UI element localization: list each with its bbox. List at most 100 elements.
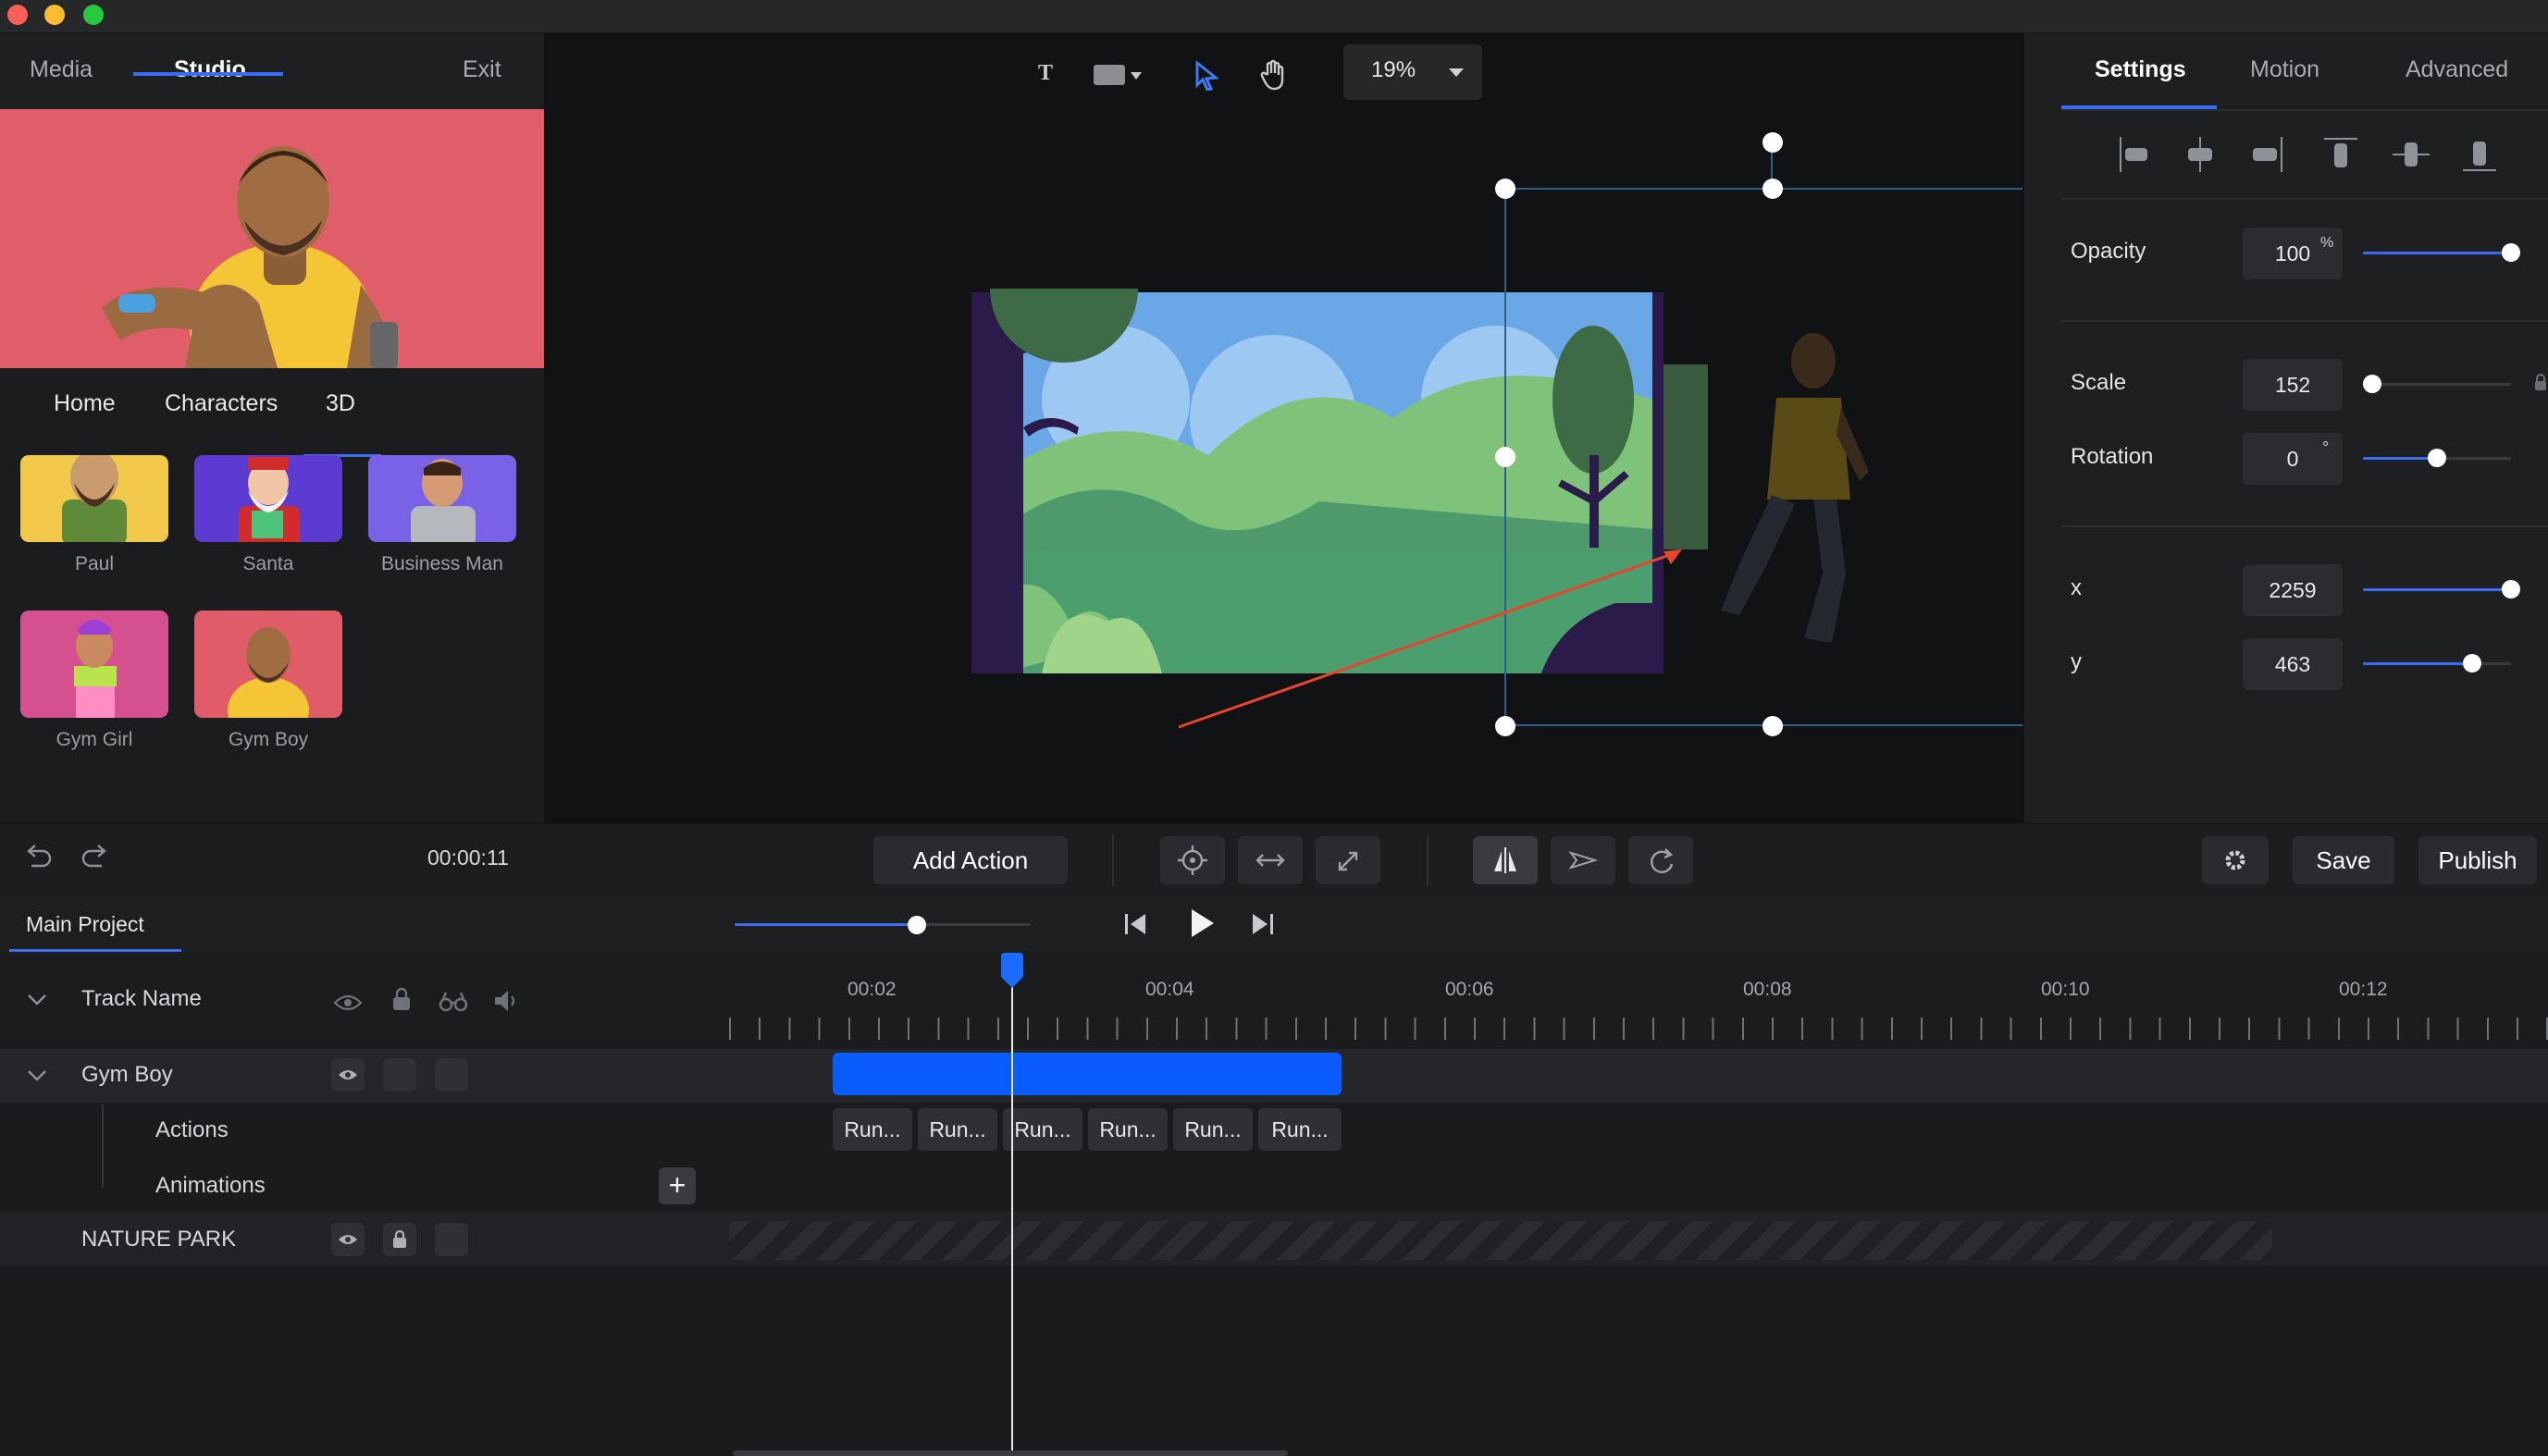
direction-button[interactable] — [1551, 836, 1615, 884]
tab-motion[interactable]: Motion — [2250, 33, 2319, 109]
tab-media[interactable]: Media — [30, 33, 93, 109]
binoculars-icon[interactable] — [439, 990, 468, 1014]
character-card-business-man[interactable] — [368, 455, 516, 542]
opacity-slider-thumb[interactable] — [2502, 243, 2520, 262]
undo-icon[interactable] — [24, 842, 54, 871]
move-horizontal-button[interactable] — [1238, 836, 1303, 884]
rotation-slider-fill — [2363, 457, 2437, 460]
settings-button[interactable] — [2202, 836, 2269, 884]
expand-icon — [1338, 851, 1358, 871]
subtab-3d[interactable]: 3D — [326, 390, 355, 417]
expand-button[interactable] — [1316, 836, 1380, 884]
eye-icon[interactable] — [333, 992, 363, 1014]
save-button[interactable]: Save — [2293, 836, 2394, 884]
current-time: 00:00:11 — [427, 845, 509, 870]
subtab-characters[interactable]: Characters — [165, 390, 278, 417]
track-lock-toggle[interactable] — [383, 1223, 416, 1256]
shape-tool-icon[interactable] — [1094, 65, 1125, 85]
timeline-zoom-thumb[interactable] — [908, 916, 926, 934]
zoom-window-button[interactable] — [83, 5, 104, 25]
action-clip[interactable]: Run... — [1003, 1108, 1082, 1151]
playhead-handle[interactable] — [997, 953, 1027, 990]
chevron-down-icon[interactable] — [26, 992, 48, 1008]
rotate-handle[interactable] — [1763, 132, 1783, 153]
scale-slider-thumb[interactable] — [2363, 375, 2381, 393]
active-project-tab-indicator — [9, 949, 181, 952]
left-panel-tabs: Media Studio Exit — [0, 33, 544, 109]
x-slider-thumb[interactable] — [2502, 580, 2520, 598]
align-top-icon[interactable] — [2313, 130, 2350, 176]
window-titlebar — [0, 0, 2548, 33]
exit-button[interactable]: Exit — [463, 33, 501, 109]
ruler-ticks[interactable] — [729, 1018, 2548, 1040]
character-card-paul[interactable] — [20, 455, 168, 542]
tab-advanced[interactable]: Advanced — [2406, 33, 2508, 109]
track-visibility-toggle[interactable] — [331, 1223, 365, 1256]
add-animation-button[interactable]: + — [659, 1167, 696, 1204]
minimize-window-button[interactable] — [44, 5, 65, 25]
x-input[interactable]: 2259 — [2243, 564, 2343, 616]
redo-icon[interactable] — [80, 842, 109, 871]
y-label: y — [2071, 649, 2082, 674]
align-right-icon[interactable] — [2248, 130, 2285, 176]
y-slider-thumb[interactable] — [2463, 654, 2481, 672]
skip-back-icon[interactable] — [1121, 910, 1151, 938]
resize-handle-left[interactable] — [1495, 447, 1515, 467]
scale-slider[interactable] — [2363, 383, 2511, 386]
track-solo-toggle[interactable] — [435, 1058, 468, 1092]
timeline-scrollbar[interactable] — [733, 1450, 1288, 1456]
zoom-value: 19% — [1371, 57, 1416, 82]
divider — [2061, 109, 2548, 111]
resize-handle-bottom[interactable] — [1763, 716, 1783, 736]
track-visibility-toggle[interactable] — [331, 1058, 365, 1092]
action-clip[interactable]: Run... — [1258, 1108, 1342, 1151]
rotation-slider-thumb[interactable] — [2428, 449, 2446, 467]
rotation-value: 0 — [2286, 447, 2299, 471]
action-clip[interactable]: Run... — [1088, 1108, 1168, 1151]
align-middle-vertical-icon[interactable] — [2378, 130, 2415, 176]
lock-icon[interactable] — [390, 986, 413, 1014]
nature-park-clip[interactable] — [729, 1221, 2272, 1260]
ruler-label: 00:10 — [2041, 979, 2090, 1000]
select-tool-icon[interactable] — [1194, 61, 1219, 91]
track-lock-toggle[interactable] — [383, 1058, 416, 1092]
add-action-button[interactable]: Add Action — [873, 836, 1068, 884]
resize-handle-top[interactable] — [1763, 179, 1783, 199]
motion-path-arrow[interactable] — [1175, 546, 1693, 731]
tab-studio[interactable]: Studio — [174, 33, 246, 109]
resize-handle-top-left[interactable] — [1495, 179, 1515, 199]
play-icon[interactable] — [1186, 907, 1218, 940]
hand-tool-icon[interactable] — [1260, 59, 1288, 91]
action-clip[interactable]: Run... — [1173, 1108, 1253, 1151]
align-center-horizontal-icon[interactable] — [2183, 130, 2220, 176]
opacity-label: Opacity — [2071, 239, 2146, 264]
tab-settings[interactable]: Settings — [2095, 33, 2186, 109]
x-label: x — [2071, 575, 2082, 600]
text-tool-icon[interactable]: T — [1038, 61, 1053, 86]
align-bottom-icon[interactable] — [2443, 130, 2480, 176]
close-window-button[interactable] — [7, 5, 28, 25]
character-card-gym-boy[interactable] — [194, 611, 342, 718]
align-left-icon[interactable] — [2119, 130, 2156, 176]
gym-boy-clip[interactable] — [833, 1053, 1342, 1095]
character-card-gym-girl[interactable] — [20, 611, 168, 718]
chevron-down-icon[interactable] — [26, 1067, 48, 1084]
flip-horizontal-button[interactable] — [1473, 836, 1538, 884]
publish-button[interactable]: Publish — [2418, 836, 2537, 884]
y-input[interactable]: 463 — [2243, 638, 2343, 690]
tab-main-project[interactable]: Main Project — [26, 912, 144, 937]
target-button[interactable] — [1160, 836, 1225, 884]
subtab-home[interactable]: Home — [54, 390, 116, 417]
speaker-icon[interactable] — [492, 988, 520, 1014]
zoom-select[interactable]: 19% — [1343, 44, 1482, 100]
skip-forward-icon[interactable] — [1247, 910, 1277, 938]
action-clip[interactable]: Run... — [918, 1108, 997, 1151]
lock-icon[interactable] — [2533, 372, 2548, 394]
ruler-label: 00:02 — [847, 979, 897, 1000]
action-clip[interactable]: Run... — [833, 1108, 912, 1151]
rotate-button[interactable] — [1628, 836, 1693, 884]
scale-input[interactable]: 152 — [2243, 359, 2343, 411]
shape-tool-chevron-icon[interactable] — [1131, 72, 1142, 80]
character-card-santa[interactable] — [194, 455, 342, 542]
track-solo-toggle[interactable] — [435, 1223, 468, 1256]
